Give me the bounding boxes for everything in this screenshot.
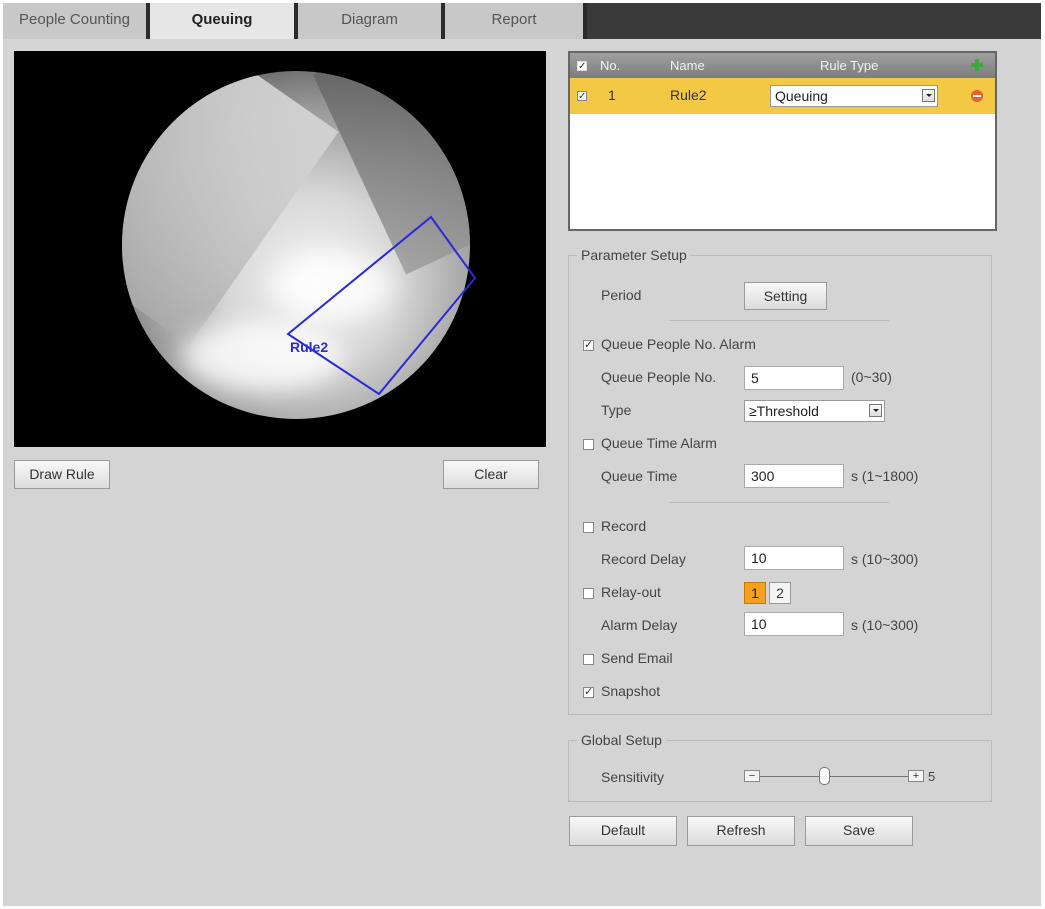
- tab-people-counting[interactable]: People Counting: [3, 3, 150, 39]
- relay-out-selector: 1 2: [744, 582, 804, 606]
- tab-diagram[interactable]: Diagram: [298, 3, 445, 39]
- rule-overlay-label: Rule2: [290, 339, 328, 355]
- alarm-delay-range: s (10~300): [851, 617, 919, 633]
- row-name: Rule2: [670, 87, 707, 103]
- save-button[interactable]: Save: [805, 816, 913, 846]
- relay-2-button[interactable]: 2: [769, 582, 791, 604]
- rule-type-select[interactable]: Queuing: [770, 85, 938, 107]
- sensitivity-decrease-button[interactable]: −: [744, 770, 760, 782]
- select-all-checkbox[interactable]: ✓: [577, 61, 587, 72]
- record-label: Record: [601, 518, 647, 534]
- tab-queuing[interactable]: Queuing: [150, 3, 298, 39]
- record-delay-label: Record Delay: [601, 551, 686, 567]
- global-setup-title: Global Setup: [577, 732, 666, 748]
- header-rule-type: Rule Type: [820, 58, 879, 73]
- slider-handle[interactable]: [819, 767, 830, 785]
- record-checkbox[interactable]: [583, 522, 594, 533]
- period-label: Period: [601, 287, 642, 303]
- alarm-delay-label: Alarm Delay: [601, 617, 678, 633]
- sensitivity-slider[interactable]: − + 5: [744, 767, 944, 787]
- row-no: 1: [608, 87, 616, 103]
- draw-rule-button[interactable]: Draw Rule: [14, 460, 110, 489]
- tab-bar: People Counting Queuing Diagram Report: [3, 3, 1041, 39]
- add-rule-icon[interactable]: [970, 58, 984, 72]
- queue-time-alarm-checkbox[interactable]: [583, 439, 594, 450]
- sensitivity-value: 5: [928, 769, 936, 784]
- row-checkbox[interactable]: ✓: [577, 91, 587, 102]
- period-setting-button[interactable]: Setting: [744, 282, 827, 310]
- queue-time-range: s (1~1800): [851, 468, 919, 484]
- sensitivity-increase-button[interactable]: +: [908, 770, 924, 782]
- rule-table-header: ✓ No. Name Rule Type: [570, 53, 995, 78]
- queuing-config-panel: People Counting Queuing Diagram Report R…: [3, 3, 1041, 906]
- chevron-down-icon[interactable]: [869, 404, 882, 417]
- type-select[interactable]: ≥Threshold: [744, 400, 885, 422]
- header-name: Name: [670, 58, 705, 73]
- relay-1-button[interactable]: 1: [744, 582, 766, 604]
- queue-time-label: Queue Time: [601, 468, 678, 484]
- delete-rule-icon[interactable]: [970, 89, 984, 103]
- send-email-label: Send Email: [601, 650, 673, 666]
- global-setup-group: Global Setup Sensitivity − + 5: [568, 732, 992, 802]
- rule-region-overlay[interactable]: Rule2: [14, 51, 546, 447]
- default-button[interactable]: Default: [569, 816, 677, 846]
- relay-out-label: Relay-out: [601, 584, 661, 600]
- type-value: ≥Threshold: [749, 403, 819, 419]
- queue-people-alarm-label: Queue People No. Alarm: [601, 336, 756, 352]
- snapshot-label: Snapshot: [601, 683, 661, 699]
- queue-time-alarm-label: Queue Time Alarm: [601, 435, 717, 451]
- relay-out-checkbox[interactable]: [583, 588, 594, 599]
- parameter-setup-group: Parameter Setup Period Setting ✓ Queue P…: [568, 247, 992, 715]
- sensitivity-label: Sensitivity: [601, 769, 665, 785]
- queue-people-no-range: (0~30): [851, 369, 892, 385]
- table-row[interactable]: ✓ 1 Rule2 Queuing: [570, 78, 995, 114]
- queue-people-alarm-checkbox[interactable]: ✓: [583, 340, 594, 351]
- refresh-button[interactable]: Refresh: [687, 816, 795, 846]
- type-label: Type: [601, 402, 632, 418]
- record-delay-input[interactable]: 10: [744, 546, 844, 570]
- alarm-delay-input[interactable]: 10: [744, 612, 844, 636]
- queue-people-no-input[interactable]: 5: [744, 366, 844, 390]
- queue-time-input[interactable]: 300: [744, 464, 844, 488]
- slider-track[interactable]: [760, 776, 908, 777]
- rule-table: ✓ No. Name Rule Type ✓ 1 Rule2 Queuing: [568, 51, 997, 231]
- parameter-setup-title: Parameter Setup: [577, 247, 691, 263]
- video-preview[interactable]: Rule2: [14, 51, 546, 447]
- chevron-down-icon[interactable]: [922, 89, 935, 102]
- queue-people-no-label: Queue People No.: [601, 369, 717, 385]
- record-delay-range: s (10~300): [851, 551, 919, 567]
- tab-report[interactable]: Report: [445, 3, 587, 39]
- snapshot-checkbox[interactable]: ✓: [583, 687, 594, 698]
- send-email-checkbox[interactable]: [583, 654, 594, 665]
- clear-button[interactable]: Clear: [443, 460, 539, 489]
- rule-type-value: Queuing: [775, 88, 828, 104]
- header-no: No.: [600, 58, 621, 73]
